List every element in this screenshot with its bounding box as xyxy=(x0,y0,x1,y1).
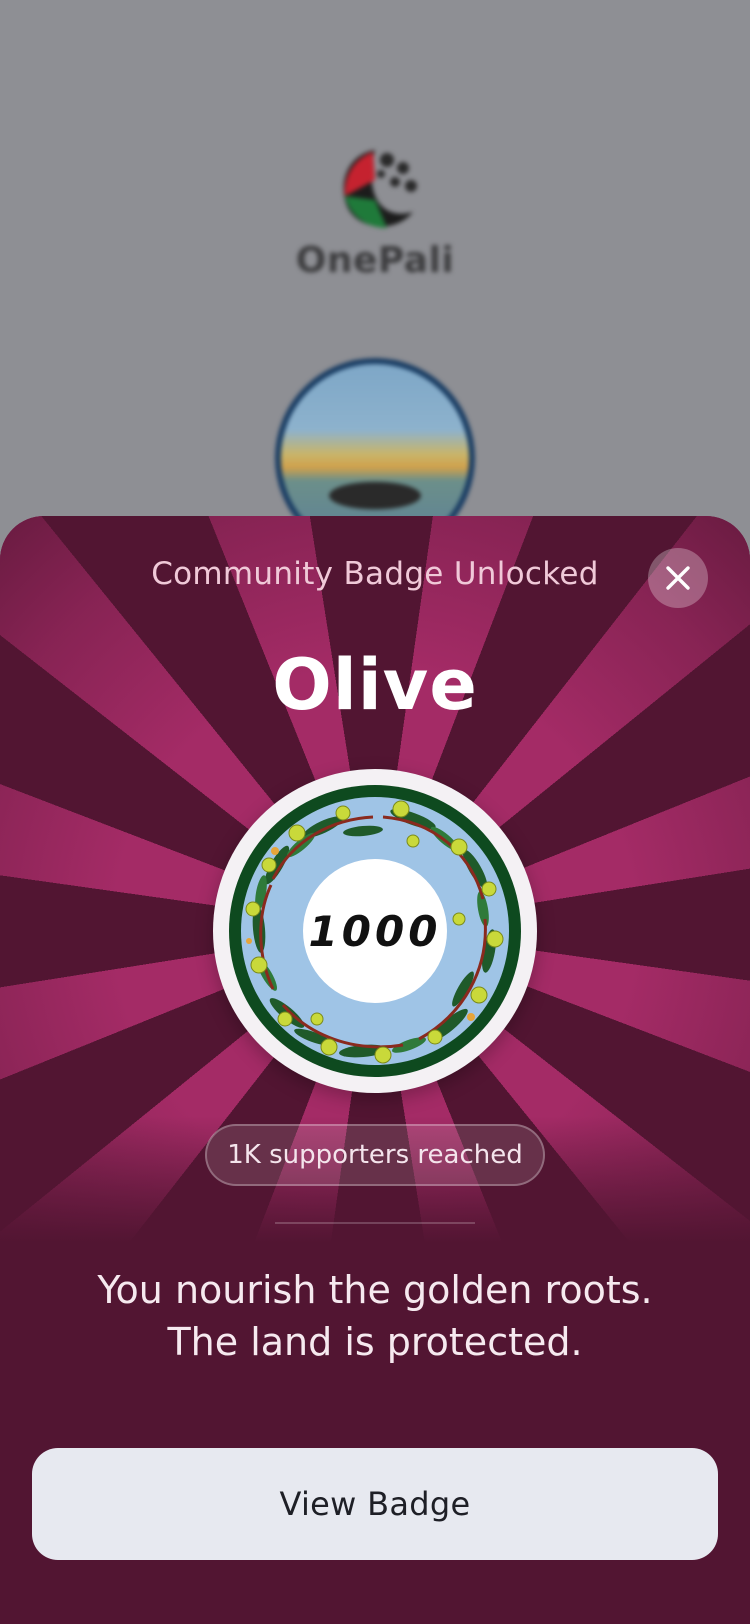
badge-medal: 1000 xyxy=(213,769,537,1093)
milestone-pill: 1K supporters reached xyxy=(205,1124,545,1186)
badge-name: Olive xyxy=(272,644,478,726)
view-badge-button[interactable]: View Badge xyxy=(32,1448,718,1560)
divider xyxy=(275,1222,475,1224)
badge-message: You nourish the golden roots. The land i… xyxy=(0,1264,750,1368)
badge-unlocked-sheet: Community Badge Unlocked Olive 1000 1K s… xyxy=(0,516,750,1624)
sheet-title: Community Badge Unlocked xyxy=(151,556,599,592)
close-button[interactable] xyxy=(648,548,708,608)
app-logo: OnePali xyxy=(275,140,475,281)
app-logo-text: OnePali xyxy=(295,240,455,281)
close-icon xyxy=(666,566,690,590)
badge-message-line-1: You nourish the golden roots. xyxy=(97,1268,653,1312)
badge-message-line-2: The land is protected. xyxy=(167,1320,583,1364)
onepali-logo-icon xyxy=(343,150,417,228)
badge-number: 1000 xyxy=(308,906,442,956)
